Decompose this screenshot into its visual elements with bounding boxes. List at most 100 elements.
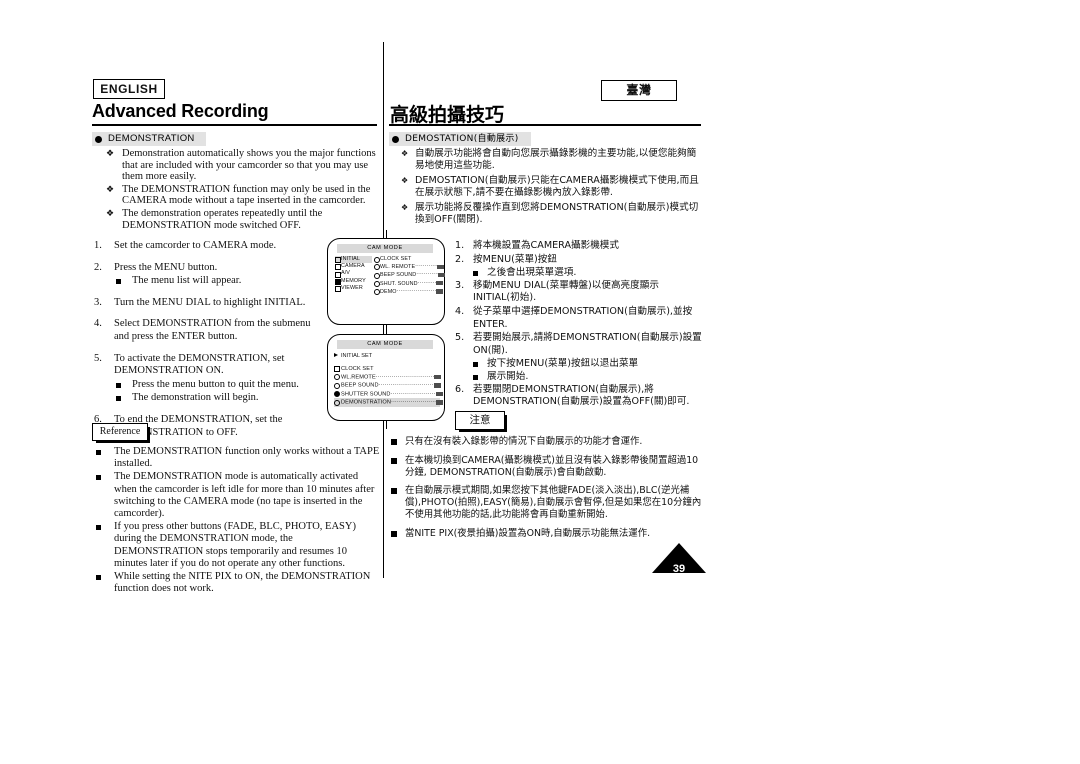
step-subitem: 展示開始. bbox=[455, 371, 705, 384]
leader-dots: ········································ bbox=[391, 399, 436, 406]
lcd-menu-item-label: SHUT. SOUND bbox=[380, 280, 418, 287]
manual-page: ENGLISH Advanced Recording 臺灣 高級拍攝技巧 DEM… bbox=[0, 0, 1080, 764]
lcd-menu-item-label: WL.REMOTE bbox=[341, 374, 376, 381]
lcd-menu-item: WL. REMOTE ·····························… bbox=[374, 263, 444, 271]
step-subitem: Press the menu button to quit the menu. bbox=[114, 379, 322, 392]
lcd-value-chip bbox=[436, 264, 444, 269]
lcd-menu-item-label: BEEP SOUND bbox=[341, 382, 379, 389]
lcd-menu-item: CLOCK SET bbox=[334, 365, 440, 373]
list-item: The demonstration operates repeatedly un… bbox=[106, 208, 378, 231]
folder-icon bbox=[335, 286, 341, 292]
step-item: 5. To activate the DEMONSTRATION, set DEM… bbox=[92, 353, 322, 405]
list-item: 展示功能將反覆操作直到您將DEMONSTRATION(自動展示)模式切換到OFF… bbox=[401, 202, 701, 227]
radio-icon bbox=[334, 374, 340, 381]
lcd-menu-right-column: CLOCK SETWL. REMOTE ····················… bbox=[374, 256, 445, 296]
radio-icon bbox=[374, 280, 380, 287]
lcd-value-chip bbox=[437, 272, 445, 278]
section-header-english-label: DEMONSTRATION bbox=[108, 133, 195, 144]
step-text: Turn the MENU DIAL to highlight INITIAL. bbox=[114, 296, 306, 308]
note-item: 當NITE PIX(夜景拍攝)設置為ON時,自動展示功能無法運作. bbox=[389, 528, 704, 540]
radio-icon bbox=[334, 391, 340, 398]
leader-dots: ······························ bbox=[396, 287, 437, 294]
note-item: 在自動展示模式期間,如果您按下其他鍵FADE(淡入淡出),BLC(逆光補償),P… bbox=[389, 485, 704, 520]
radio-icon bbox=[334, 382, 340, 389]
step-item: 2. 按MENU(菜單)按鈕 bbox=[455, 254, 705, 267]
leader-dots: ······························ bbox=[415, 263, 437, 270]
bullet-dot-icon bbox=[392, 136, 399, 143]
lcd-value-chip bbox=[436, 400, 444, 405]
lcd-submenu-title: INITIAL SET bbox=[341, 353, 373, 359]
list-item: 自動展示功能將會自動向您展示攝錄影機的主要功能,以便您能夠簡易地使用這些功能. bbox=[401, 148, 701, 173]
lcd-value-chip bbox=[436, 281, 444, 286]
leader-dots: ········································ bbox=[378, 382, 434, 389]
lcd-value-chip bbox=[433, 383, 441, 388]
leader-dots: ······························ bbox=[416, 271, 438, 278]
chinese-notes-list: 只有在沒有裝入錄影帶的情況下自動展示的功能才會運作. 在本機切換到CAMERA(攝… bbox=[389, 436, 704, 547]
folder-icon bbox=[334, 353, 338, 357]
step-text: 按MENU(菜單)按鈕 bbox=[473, 253, 557, 265]
lcd-value-chip bbox=[434, 374, 442, 380]
step-item: 6. 若要關閉DEMONSTRATION(自動展示),將DEMONSTRATION… bbox=[455, 384, 705, 409]
lcd-menu-item-label: SHUTTER SOUND bbox=[341, 391, 391, 398]
step-item: 1. Set the camcorder to CAMERA mode. bbox=[92, 240, 322, 253]
step-number: 5. bbox=[455, 332, 465, 344]
lcd-menu-item: A/V bbox=[335, 270, 372, 278]
step-number: 2. bbox=[455, 253, 465, 265]
leader-dots: ········································ bbox=[390, 390, 435, 397]
page-number: 39 bbox=[672, 563, 686, 575]
page-title-english: Advanced Recording bbox=[92, 101, 269, 121]
lcd-menu-item: WL.REMOTE ······························… bbox=[334, 373, 442, 381]
lcd-connector-line bbox=[386, 230, 388, 239]
lcd-screen-menu-top: CAM MODE INITIAL CAMERA A/V MEMORY VIEWER CL… bbox=[327, 230, 445, 333]
step-item: 4. Select DEMONSTRATION from the submenu … bbox=[92, 318, 322, 343]
lcd-menu-item: SHUTTER SOUND ··························… bbox=[334, 390, 443, 398]
lcd-menu-item-label: DEMONSTRATION bbox=[341, 399, 391, 406]
step-number: 1. bbox=[94, 240, 102, 251]
list-item: Demonstration automatically shows you th… bbox=[106, 148, 378, 183]
step-text: 移動MENU DIAL(菜單轉盤)以便高亮度顯示INITIAL(初始). bbox=[473, 279, 659, 304]
step-number: 4. bbox=[94, 318, 102, 330]
step-number: 1. bbox=[455, 240, 465, 251]
lcd-submenu: INITIAL SET CLOCK SET WL.REMOTE ·········… bbox=[334, 352, 444, 407]
step-item: 4. 從子菜單中選擇DEMONSTRATION(自動展示),並按ENTER. bbox=[455, 306, 705, 331]
step-text: 若要開始展示,請將DEMONSTRATION(自動展示)設置ON(開). bbox=[473, 332, 702, 356]
section-header-chinese-label: DEMOSTATION(自動展示) bbox=[405, 134, 519, 144]
lcd-connector-line bbox=[386, 326, 388, 335]
reference-item: The DEMONSTRATION mode is automatically … bbox=[92, 471, 382, 520]
lcd-menu-item: VIEWER bbox=[335, 285, 372, 292]
lcd-menu-item-label: BEEP SOUND bbox=[380, 272, 417, 279]
step-item: 5. 若要開始展示,請將DEMONSTRATION(自動展示)設置ON(開). bbox=[455, 332, 705, 357]
english-intro-list: Demonstration automatically shows you th… bbox=[106, 148, 378, 232]
chinese-intro-list: 自動展示功能將會自動向您展示攝錄影機的主要功能,以便您能夠簡易地使用這些功能.D… bbox=[401, 148, 701, 228]
step-subitem: The demonstration will begin. bbox=[114, 392, 322, 405]
list-item: DEMOSTATION(自動展示)只能在CAMERA攝影機模式下使用,而且在展示… bbox=[401, 175, 701, 200]
lcd-submenu-items: CLOCK SET WL.REMOTE ·····················… bbox=[334, 365, 444, 407]
step-item: 3. Turn the MENU DIAL to highlight INITIA… bbox=[92, 297, 322, 310]
lcd-menu-item: CAMERA bbox=[335, 263, 372, 271]
lcd-value-chip bbox=[435, 391, 443, 397]
step-number: 5. bbox=[94, 352, 102, 364]
lcd-caption: CAM MODE bbox=[337, 340, 433, 349]
lcd-submenu-title-row: INITIAL SET bbox=[334, 352, 440, 360]
lcd-screen-menu-bottom: CAM MODE INITIAL SET CLOCK SET WL.REMOTE … bbox=[327, 326, 445, 429]
step-text: 將本機設置為CAMERA攝影機模式 bbox=[473, 240, 619, 251]
page-title-chinese: 高級拍攝技巧 bbox=[390, 104, 505, 126]
lcd-menu-item-label: DEMO bbox=[380, 288, 397, 295]
lcd-menu-item: DEMO ······························ bbox=[374, 287, 444, 296]
bullet-dot-icon bbox=[95, 136, 102, 143]
step-item: 2. Press the MENU button. The menu list wi… bbox=[92, 262, 322, 288]
section-header-english: DEMONSTRATION bbox=[92, 132, 206, 146]
english-reference-list: The DEMONSTRATION function only works wi… bbox=[92, 446, 382, 596]
step-number: 2. bbox=[94, 261, 102, 273]
title-rule-left bbox=[92, 124, 377, 126]
step-text: To activate the DEMONSTRATION, set DEMON… bbox=[114, 352, 285, 377]
folder-icon bbox=[334, 366, 340, 373]
lcd-menu-item: BEEP SOUND ·····························… bbox=[334, 381, 441, 389]
step-text: Press the MENU button. bbox=[114, 261, 218, 273]
step-text: 從子菜單中選擇DEMONSTRATION(自動展示),並按ENTER. bbox=[473, 305, 693, 330]
reference-item: While setting the NITE PIX to ON, the DE… bbox=[92, 571, 382, 595]
lcd-caption: CAM MODE bbox=[337, 244, 433, 253]
step-number: 3. bbox=[94, 296, 102, 308]
chinese-language-badge: 臺灣 bbox=[601, 80, 677, 101]
step-item: 1. 將本機設置為CAMERA攝影機模式 bbox=[455, 240, 705, 253]
